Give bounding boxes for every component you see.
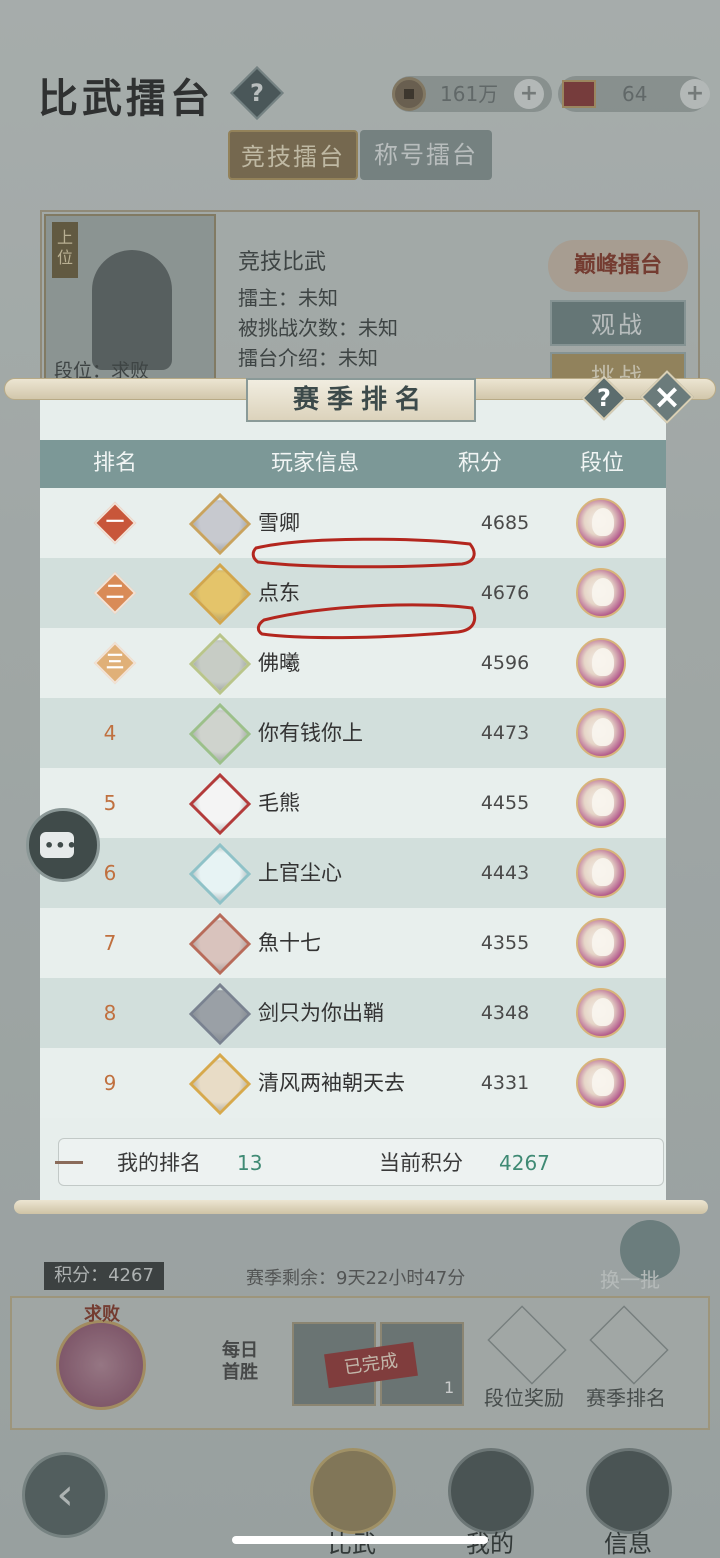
- avatar[interactable]: [188, 702, 252, 766]
- avatar[interactable]: [188, 912, 252, 976]
- avatar-image: [192, 920, 248, 976]
- tier-dragon-icon: [576, 498, 626, 548]
- col-player: 玩家信息: [270, 451, 359, 476]
- avatar[interactable]: [188, 842, 252, 906]
- table-row[interactable]: 5 毛熊 4455: [40, 768, 666, 838]
- player-score: 4443: [480, 862, 530, 884]
- avatar-frame: [188, 842, 252, 906]
- tier-dragon-icon: [576, 568, 626, 618]
- home-indicator: [232, 1536, 488, 1544]
- rank-value: 9: [103, 1071, 117, 1095]
- table-row[interactable]: 7 魚十七 4355: [40, 908, 666, 978]
- my-rank-value: 13: [237, 1151, 263, 1175]
- avatar[interactable]: [188, 562, 252, 626]
- avatar-frame: [188, 492, 252, 556]
- rank-value: 一: [106, 512, 124, 533]
- rank-medal-icon: 一: [93, 501, 137, 545]
- tier-dragon-icon: [576, 988, 626, 1038]
- avatar-image: [192, 1060, 248, 1116]
- table-row[interactable]: 9 清风两袖朝天去 4331: [40, 1048, 666, 1118]
- avatar[interactable]: [188, 632, 252, 696]
- current-score-label: 当前积分: [379, 1151, 463, 1175]
- rank-value: 4: [103, 721, 117, 745]
- avatar-image: [192, 850, 248, 906]
- player-name: 你有钱你上: [258, 721, 363, 745]
- bar-ornament: [55, 1161, 83, 1164]
- avatar-image: [192, 570, 248, 626]
- col-tier: 段位: [579, 451, 624, 476]
- player-score: 4348: [480, 1002, 530, 1024]
- player-name: 清风两袖朝天去: [258, 1071, 405, 1095]
- player-score: 4331: [480, 1072, 530, 1094]
- avatar-image: [192, 710, 248, 766]
- player-name: 毛熊: [258, 791, 300, 815]
- avatar[interactable]: [188, 772, 252, 836]
- player-name: 剑只为你出鞘: [258, 1001, 384, 1025]
- redaction-scribble: [251, 537, 477, 640]
- tier-dragon-icon: [576, 1058, 626, 1108]
- tier-dragon-icon: [576, 778, 626, 828]
- question-icon: ?: [597, 384, 611, 412]
- modal-bottom-rail: [14, 1200, 708, 1214]
- avatar-frame: [188, 562, 252, 626]
- avatar[interactable]: [188, 982, 252, 1046]
- table-row[interactable]: 4 你有钱你上 4473: [40, 698, 666, 768]
- player-name: 魚十七: [258, 931, 321, 955]
- modal-help-button[interactable]: ?: [581, 375, 627, 421]
- avatar-image: [192, 640, 248, 696]
- avatar[interactable]: [188, 492, 252, 556]
- col-rank: 排名: [92, 451, 137, 476]
- rank-value: 二: [106, 582, 124, 603]
- my-rank-bar: 我的排名 13 当前积分 4267: [55, 1138, 664, 1186]
- table-row[interactable]: 8 剑只为你出鞘 4348: [40, 978, 666, 1048]
- avatar-image: [192, 780, 248, 836]
- avatar-frame: [188, 772, 252, 836]
- col-score: 积分: [457, 451, 502, 476]
- avatar-image: [192, 990, 248, 1046]
- my-rank-label: 我的排名: [117, 1151, 201, 1175]
- player-score: 4473: [480, 722, 530, 744]
- rank-medal-icon: 三: [93, 641, 137, 685]
- tier-dragon-icon: [576, 638, 626, 688]
- chat-dots-icon: •••: [44, 836, 78, 855]
- avatar-frame: [188, 1052, 252, 1116]
- modal-close-button[interactable]: ×: [640, 370, 694, 424]
- player-score: 4355: [480, 932, 530, 954]
- table-header: 排名 玩家信息 积分 段位: [40, 440, 666, 488]
- current-score-value: 4267: [499, 1151, 550, 1175]
- rank-medal-icon: 二: [93, 571, 137, 615]
- avatar-frame: [188, 632, 252, 696]
- table-row[interactable]: 6 上官尘心 4443: [40, 838, 666, 908]
- close-icon: ×: [652, 377, 682, 417]
- avatar-frame: [188, 912, 252, 976]
- tier-dragon-icon: [576, 918, 626, 968]
- avatar-frame: [188, 702, 252, 766]
- rank-value: 8: [103, 1001, 117, 1025]
- rank-value: 三: [106, 652, 124, 673]
- modal-title: 赛季排名: [246, 378, 476, 422]
- player-score: 4455: [480, 792, 530, 814]
- rank-value: 7: [103, 931, 117, 955]
- avatar-frame: [188, 982, 252, 1046]
- tier-dragon-icon: [576, 848, 626, 898]
- avatar-image: [192, 500, 248, 556]
- player-name: 上官尘心: [258, 861, 342, 885]
- tier-dragon-icon: [576, 708, 626, 758]
- avatar[interactable]: [188, 1052, 252, 1116]
